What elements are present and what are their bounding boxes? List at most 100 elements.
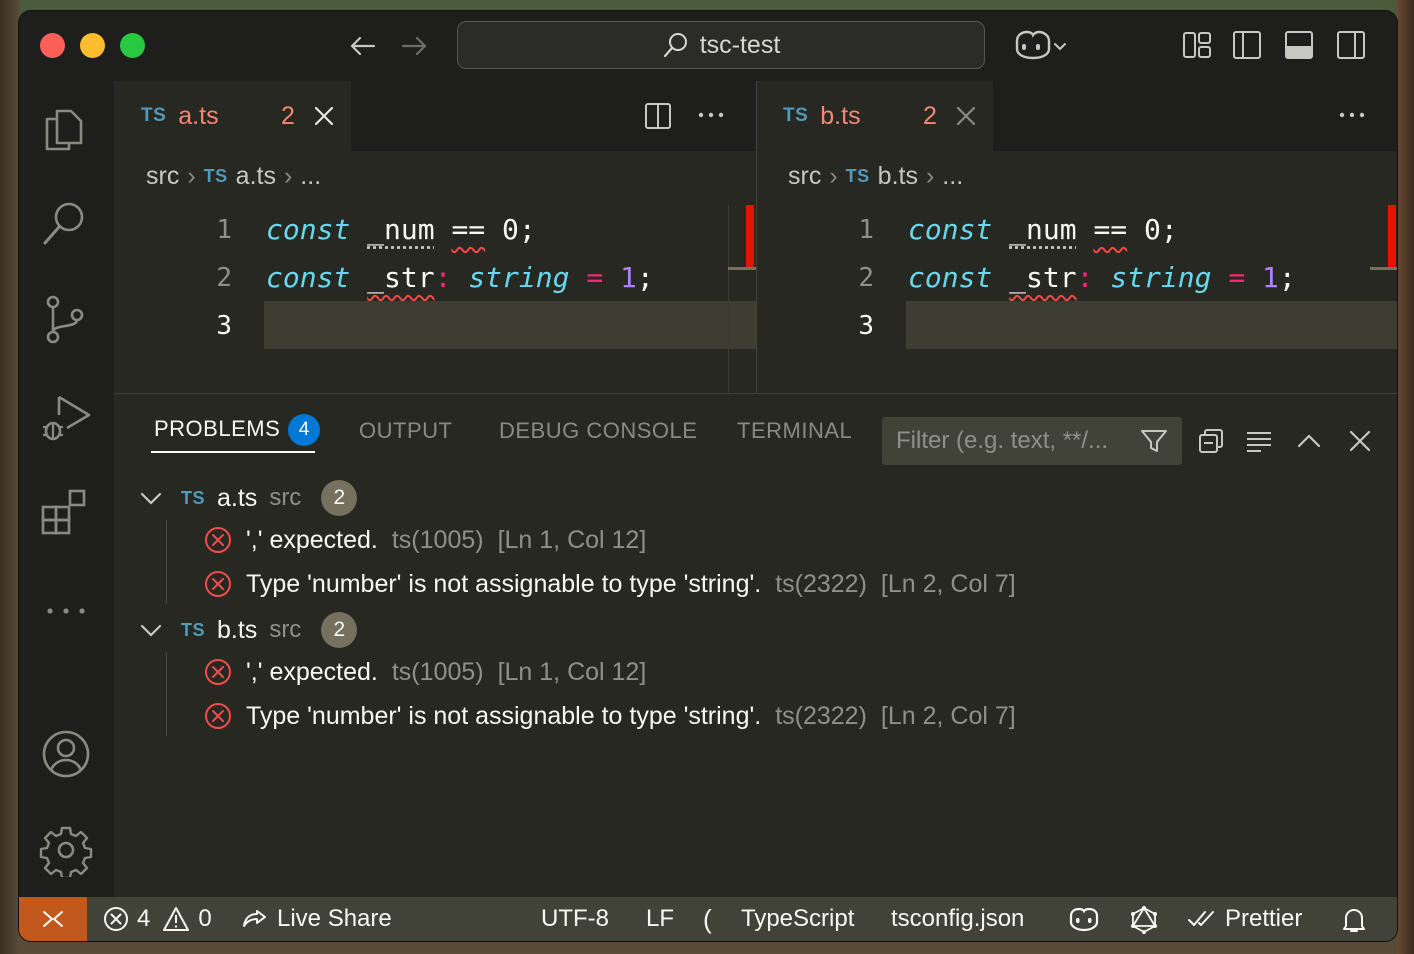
problem-item[interactable]: Type 'number' is not assignable to type …	[204, 564, 1016, 604]
extensions-icon[interactable]	[39, 485, 93, 539]
copilot-status-icon[interactable]	[1067, 906, 1101, 934]
chevron-right-icon: ›	[829, 161, 838, 190]
close-panel-icon[interactable]	[1346, 427, 1374, 455]
breadcrumb: src › TS b.ts › ...	[788, 159, 963, 193]
eol-selector[interactable]: LF	[646, 897, 674, 941]
active-tab-indicator	[151, 451, 315, 453]
breadcrumb-symbols[interactable]: ...	[942, 162, 963, 191]
customize-layout-icon[interactable]	[1182, 29, 1212, 61]
language-mode-selector[interactable]: TypeScript	[741, 897, 854, 941]
collapse-all-icon[interactable]	[1197, 427, 1225, 455]
cursor-scroll-marker	[728, 267, 756, 270]
breadcrumb-folder[interactable]: src	[146, 162, 179, 191]
encoding-selector[interactable]: UTF-8	[541, 897, 609, 941]
graphql-icon[interactable]	[1129, 905, 1159, 935]
editor-tabbar-left: TS a.ts 2	[114, 81, 756, 151]
group-count-badge: 2	[321, 612, 358, 648]
prettier-label: Prettier	[1225, 905, 1303, 932]
problem-item[interactable]: Type 'number' is not assignable to type …	[204, 696, 1016, 736]
tab-a-ts[interactable]: TS a.ts 2	[114, 81, 351, 151]
problems-status[interactable]: 4 0	[103, 897, 212, 941]
problem-location: [Ln 2, Col 7]	[880, 569, 1016, 598]
source-control-icon[interactable]	[39, 293, 91, 345]
chevron-right-icon: ›	[283, 161, 293, 190]
toggle-panel-icon[interactable]	[1284, 29, 1314, 61]
current-line-highlight	[264, 301, 756, 349]
problem-item[interactable]: ',' expected. ts(1005) [Ln 1, Col 12]	[204, 652, 646, 692]
minimize-window-button[interactable]	[80, 33, 105, 58]
tab-terminal[interactable]: TERMINAL	[737, 418, 852, 444]
problems-filter-input[interactable]: Filter (e.g. text, **/...	[882, 417, 1182, 465]
line-number: 2	[216, 263, 232, 293]
live-share-icon	[243, 910, 266, 927]
forward-arrow-icon[interactable]	[397, 29, 431, 63]
chevron-down-icon	[140, 624, 162, 637]
tab-label: b.ts	[820, 101, 861, 130]
problem-item[interactable]: ',' expected. ts(1005) [Ln 1, Col 12]	[204, 520, 646, 560]
remote-indicator[interactable]	[19, 897, 87, 941]
accounts-icon[interactable]	[39, 727, 93, 781]
prettier-status[interactable]: Prettier	[1187, 897, 1302, 941]
editor-area: TS a.ts 2 TS b.ts 2 src › TS a.ts › ... …	[114, 81, 1397, 393]
filter-icon[interactable]	[1140, 428, 1168, 454]
more-actions-icon[interactable]	[1337, 105, 1367, 125]
vscode-window: tsc-test TS a.ts 2 TS b.ts 2 src › TS a.…	[19, 11, 1397, 941]
more-icon[interactable]	[39, 601, 93, 621]
tab-b-ts[interactable]: TS b.ts 2	[757, 81, 993, 151]
chevron-right-icon: ›	[187, 161, 196, 190]
breadcrumb-folder[interactable]: src	[788, 162, 821, 191]
code-line: const _num == 0;	[266, 212, 536, 246]
tab-debug-console[interactable]: DEBUG CONSOLE	[499, 418, 697, 444]
tab-label: a.ts	[178, 101, 219, 130]
breadcrumb-file[interactable]: a.ts	[236, 162, 276, 191]
editor-group-divider[interactable]	[756, 81, 757, 393]
more-actions-icon[interactable]	[696, 105, 726, 125]
error-icon	[205, 659, 231, 685]
typescript-file-icon: TS	[181, 619, 206, 640]
search-icon	[663, 33, 687, 58]
toggle-primary-sidebar-icon[interactable]	[1232, 29, 1262, 61]
zoom-window-button[interactable]	[120, 33, 145, 58]
typescript-file-icon: TS	[181, 487, 206, 508]
status-bar: 4 0 Live Share UTF-8 LF ( TypeScript tsc…	[19, 897, 1397, 941]
chevron-up-icon[interactable]	[1295, 427, 1323, 455]
background-tree	[1397, 0, 1414, 954]
explorer-icon[interactable]	[39, 103, 91, 155]
close-icon[interactable]	[955, 105, 977, 127]
tab-output[interactable]: OUTPUT	[359, 418, 452, 444]
error-count: 4	[137, 905, 151, 932]
error-icon	[205, 703, 231, 729]
toggle-secondary-sidebar-icon[interactable]	[1336, 29, 1366, 61]
error-scroll-marker	[1388, 205, 1396, 267]
search-icon[interactable]	[39, 197, 91, 249]
view-as-list-icon[interactable]	[1245, 427, 1273, 455]
live-share-label: Live Share	[277, 905, 392, 932]
back-arrow-icon[interactable]	[346, 29, 380, 63]
notifications-bell-icon[interactable]	[1341, 906, 1367, 934]
copilot-icon[interactable]	[1009, 27, 1069, 65]
close-icon[interactable]	[313, 105, 335, 127]
run-debug-icon[interactable]	[39, 387, 95, 443]
close-window-button[interactable]	[40, 33, 65, 58]
line-number: 1	[216, 215, 232, 245]
tab-problems[interactable]: PROBLEMS 4	[154, 414, 321, 446]
typescript-file-icon: TS	[783, 105, 809, 126]
code-line: const _num == 0;	[908, 212, 1178, 246]
background-tree	[0, 0, 19, 954]
gear-icon[interactable]	[39, 823, 93, 877]
live-share-button[interactable]: Live Share	[241, 897, 392, 941]
problems-file-group[interactable]: TS b.ts src 2	[139, 610, 358, 650]
breadcrumb-symbols[interactable]: ...	[300, 162, 321, 191]
command-center-search[interactable]: tsc-test	[457, 21, 985, 69]
problems-file-group[interactable]: TS a.ts src 2	[139, 478, 358, 518]
breadcrumb-file[interactable]: b.ts	[878, 162, 918, 191]
split-editor-icon[interactable]	[644, 101, 672, 131]
titlebar: tsc-test	[19, 11, 1397, 81]
typescript-file-icon: TS	[141, 105, 167, 126]
group-count-badge: 2	[321, 480, 358, 516]
problem-message: ',' expected.	[246, 525, 378, 554]
tsconfig-link[interactable]: tsconfig.json	[891, 897, 1024, 941]
language-status[interactable]: (	[703, 897, 712, 941]
bottom-panel: PROBLEMS 4 OUTPUT DEBUG CONSOLE TERMINAL …	[114, 393, 1397, 897]
cursor-scroll-marker	[1370, 267, 1397, 270]
